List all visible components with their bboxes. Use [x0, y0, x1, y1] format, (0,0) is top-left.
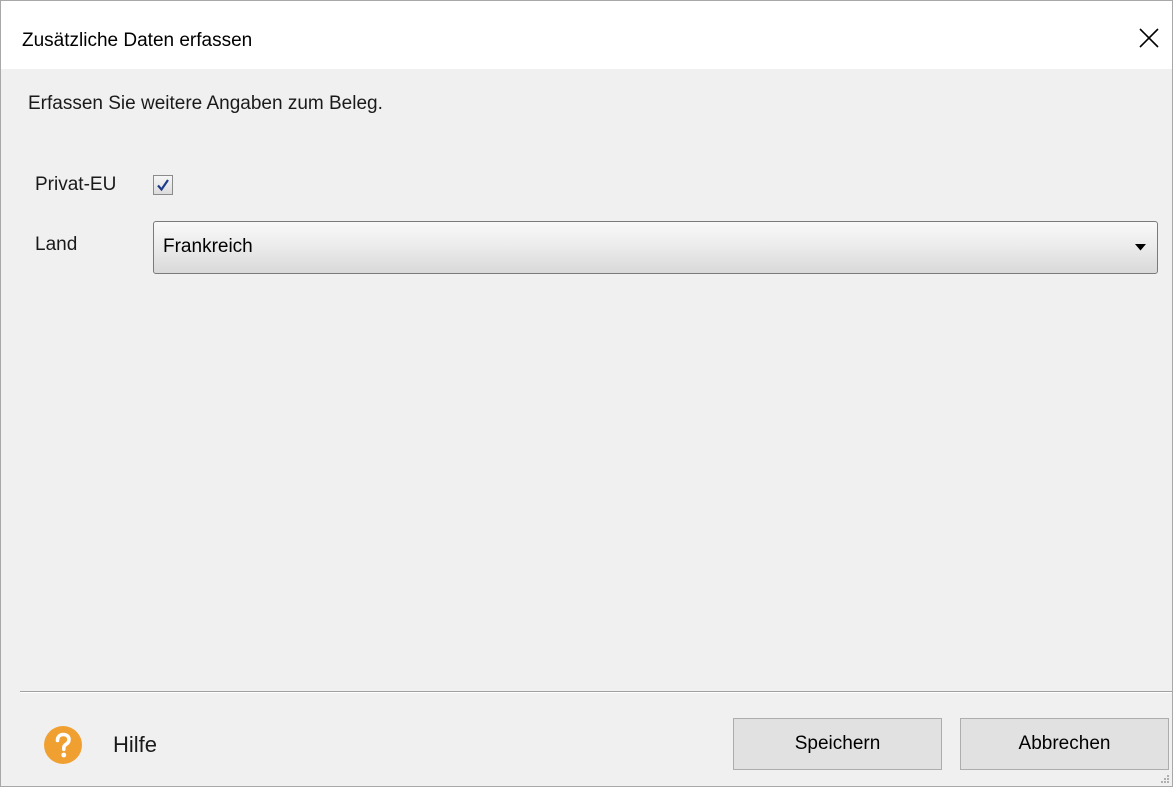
chevron-down-icon	[1135, 244, 1146, 251]
title-bar: Zusätzliche Daten erfassen	[1, 1, 1172, 69]
close-button[interactable]	[1124, 17, 1172, 61]
question-mark-icon	[44, 726, 82, 764]
land-dropdown-value: Frankreich	[163, 236, 253, 257]
checkmark-icon	[157, 179, 169, 192]
resize-grip-icon[interactable]	[1160, 774, 1170, 784]
instruction-text: Erfassen Sie weitere Angaben zum Beleg.	[28, 93, 383, 114]
dialog-title: Zusätzliche Daten erfassen	[22, 30, 253, 51]
help-label: Hilfe	[113, 732, 158, 757]
privat-eu-checkbox[interactable]	[153, 175, 173, 195]
land-label: Land	[35, 234, 78, 255]
help-link[interactable]: Hilfe	[43, 723, 183, 767]
privat-eu-label: Privat-EU	[35, 174, 117, 195]
footer-divider-highlight	[20, 692, 1172, 693]
dialog-window: Zusätzliche Daten erfassen Erfassen Sie …	[0, 0, 1173, 787]
land-dropdown[interactable]: Frankreich	[153, 221, 1158, 274]
close-icon	[1139, 28, 1159, 48]
save-button[interactable]: Speichern	[733, 718, 942, 770]
cancel-button[interactable]: Abbrechen	[960, 718, 1169, 770]
